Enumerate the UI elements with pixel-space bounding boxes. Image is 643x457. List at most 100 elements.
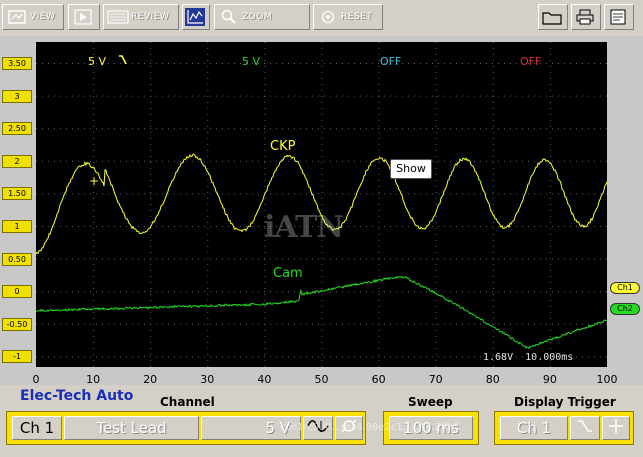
- grid-dot: [216, 226, 217, 227]
- grid-dot: [150, 348, 151, 349]
- show-tooltip[interactable]: Show: [390, 159, 432, 179]
- grid-dot: [360, 356, 361, 357]
- grid-dot: [558, 291, 559, 292]
- cursor-cross-icon[interactable]: +: [89, 175, 99, 187]
- grid-dot: [264, 204, 265, 205]
- grid-dot: [66, 324, 67, 325]
- grid-dot: [93, 114, 94, 115]
- grid-dot: [126, 226, 127, 227]
- grid-dot: [534, 226, 535, 227]
- play-button[interactable]: [68, 4, 100, 30]
- grid-dot: [54, 291, 55, 292]
- grid-dot: [493, 96, 494, 97]
- grid-dot: [207, 210, 208, 211]
- grid-dot: [93, 354, 94, 355]
- view-button[interactable]: VIEW: [2, 4, 64, 30]
- grid-dot: [276, 324, 277, 325]
- grid-dot: [210, 324, 211, 325]
- grid-dot: [558, 128, 559, 129]
- graph-mode-button[interactable]: [182, 4, 210, 30]
- grid-dot: [516, 128, 517, 129]
- grid-dot: [366, 324, 367, 325]
- grid-dot: [550, 252, 551, 253]
- grid-dot: [234, 291, 235, 292]
- grid-dot: [378, 161, 379, 162]
- ch3-state[interactable]: OFF: [380, 55, 401, 68]
- grid-dot: [162, 96, 163, 97]
- y-axis-label: 2: [2, 155, 32, 168]
- grid-dot: [570, 259, 571, 260]
- grid-dot: [72, 161, 73, 162]
- play-icon: [73, 8, 93, 26]
- zoom-button[interactable]: ZOOM: [214, 4, 310, 30]
- grid-dot: [450, 226, 451, 227]
- grid-dot: [379, 90, 380, 91]
- grid-dot: [276, 161, 277, 162]
- grid-dot: [462, 226, 463, 227]
- grid-dot: [550, 48, 551, 49]
- grid-dot: [150, 246, 151, 247]
- grid-dot: [468, 259, 469, 260]
- grid-dot: [150, 356, 151, 357]
- grid-dot: [207, 252, 208, 253]
- grid-dot: [550, 240, 551, 241]
- grid-dot: [576, 161, 577, 162]
- grid-dot: [528, 259, 529, 260]
- grid-dot: [312, 63, 313, 64]
- ch2-marker[interactable]: Ch2: [610, 303, 640, 315]
- grid-dot: [444, 63, 445, 64]
- grid-dot: [600, 291, 601, 292]
- grid-dot: [436, 180, 437, 181]
- grid-dot: [66, 96, 67, 97]
- channel-select-button[interactable]: Ch 1: [12, 416, 62, 440]
- grid-dot: [162, 128, 163, 129]
- probe-select-button[interactable]: Test Lead: [64, 416, 199, 440]
- y-axis-label: 1.50: [2, 187, 32, 200]
- grid-dot: [522, 226, 523, 227]
- grid-dot: [96, 128, 97, 129]
- grid-dot: [550, 366, 551, 367]
- grid-dot: [322, 180, 323, 181]
- grid-dot: [300, 96, 301, 97]
- grid-dot: [396, 259, 397, 260]
- ch4-state[interactable]: OFF: [520, 55, 541, 68]
- grid-dot: [93, 312, 94, 313]
- trigger-slope-button[interactable]: [570, 416, 600, 440]
- ch1-marker[interactable]: Ch1: [610, 282, 640, 294]
- grid-dot: [546, 193, 547, 194]
- ch1-scale[interactable]: 5 V: [88, 55, 128, 68]
- grid-dot: [528, 161, 529, 162]
- grid-dot: [600, 324, 601, 325]
- grid-dot: [93, 246, 94, 247]
- grid-dot: [426, 193, 427, 194]
- grid-dot: [348, 324, 349, 325]
- ch2-scale[interactable]: 5 V: [242, 55, 260, 68]
- grid-dot: [258, 324, 259, 325]
- grid-dot: [606, 161, 607, 162]
- print-button[interactable]: [571, 4, 601, 30]
- notes-button[interactable]: [604, 4, 634, 30]
- grid-dot: [234, 161, 235, 162]
- grid-dot: [66, 226, 67, 227]
- trigger-channel-button[interactable]: Ch 1: [500, 416, 568, 440]
- trigger-settings-button[interactable]: [602, 416, 630, 440]
- grid-dot: [84, 324, 85, 325]
- grid-dot: [93, 138, 94, 139]
- grid-dot: [84, 259, 85, 260]
- review-button[interactable]: REVIEW: [103, 4, 179, 30]
- grid-dot: [493, 48, 494, 49]
- open-folder-button[interactable]: [538, 4, 568, 30]
- grid-dot: [436, 348, 437, 349]
- grid-dot: [93, 42, 94, 43]
- reset-button[interactable]: RESET: [313, 4, 383, 30]
- grid-dot: [72, 226, 73, 227]
- grid-dot: [390, 128, 391, 129]
- grid-dot: [322, 258, 323, 259]
- grid-dot: [474, 161, 475, 162]
- brand-label: Elec-Tech Auto: [20, 388, 133, 404]
- waveform-display[interactable]: 5 V 5 V OFF OFF CKP Cam iATN Show 1.68V …: [36, 42, 607, 367]
- grid-dot: [54, 161, 55, 162]
- grid-dot: [312, 128, 313, 129]
- grid-dot: [93, 156, 94, 157]
- grid-dot: [264, 342, 265, 343]
